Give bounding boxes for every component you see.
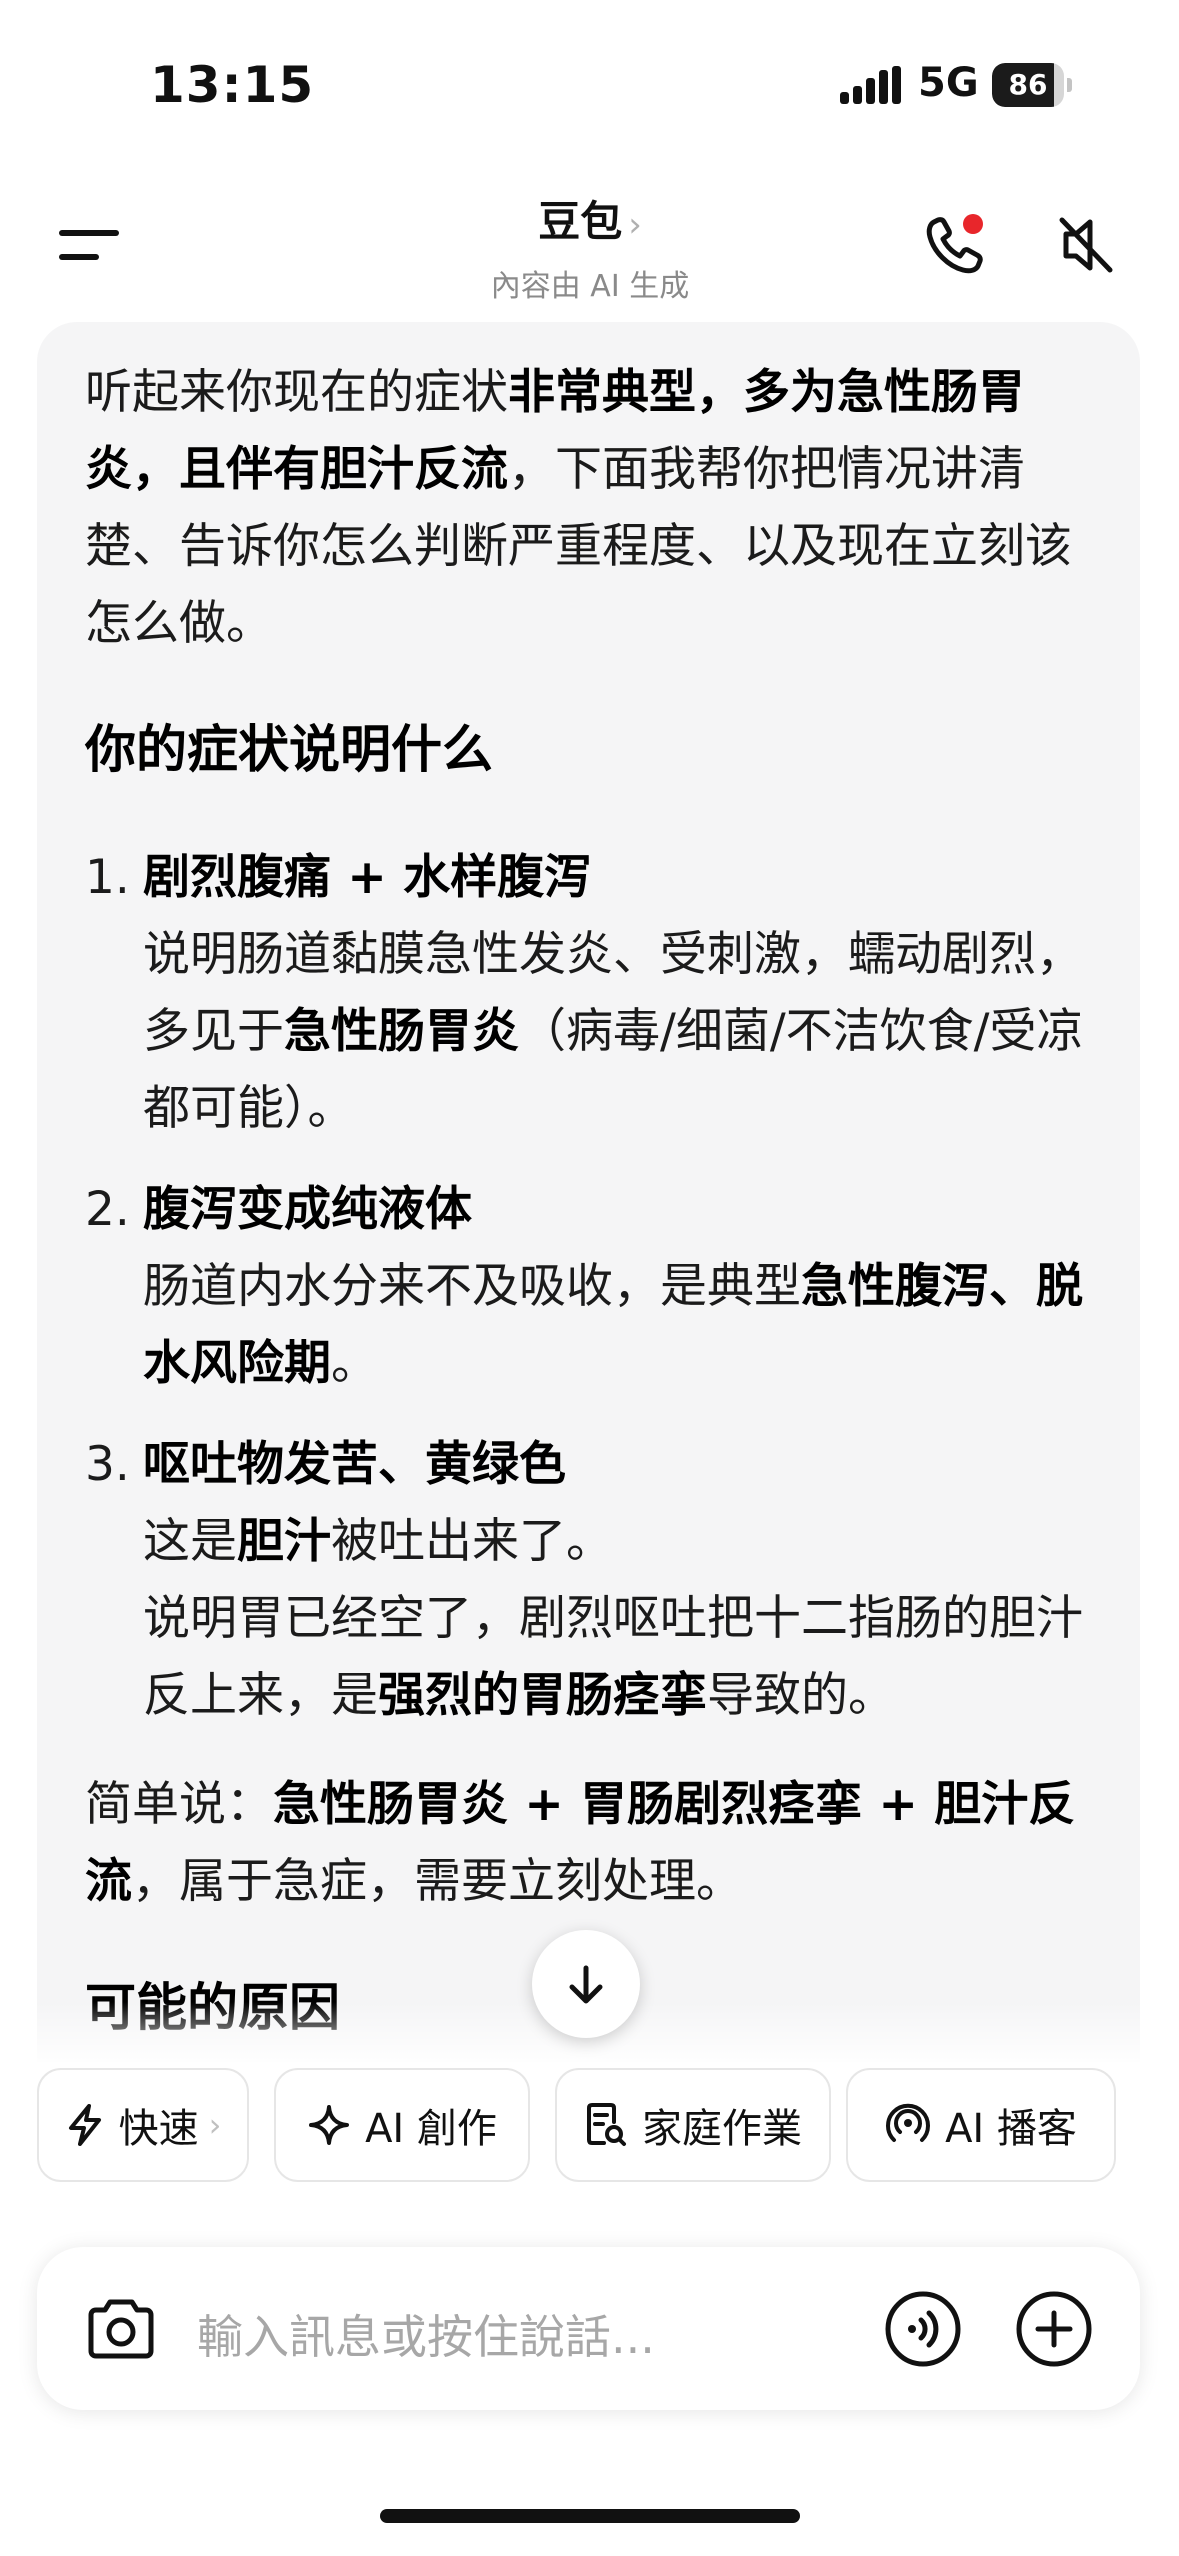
chevron-right-icon: › xyxy=(208,2106,222,2144)
bold-text: 急性肠胃炎 xyxy=(284,1004,519,1059)
list-item-title: 腹泻变成纯液体 xyxy=(143,1182,472,1237)
text-run: 肠道内水分来不及吸收，是典型 xyxy=(143,1259,801,1314)
list-item: 3. 呕吐物发苦、黄绿色 这是胆汁被吐出来了。 说明胃已经空了，剧烈呕吐把十二指肠的胆… xyxy=(85,1426,1100,1734)
list-item-body: 这是胆汁被吐出来了。 xyxy=(143,1503,1100,1580)
bold-text: 强烈的胃肠痉挛 xyxy=(378,1668,707,1723)
chip-label: 家庭作業 xyxy=(642,2106,802,2152)
list-item: 1. 剧烈腹痛 + 水样腹泻说明肠道黏膜急性发炎、受刺激，蠕动剧烈，多见于急性肠胃… xyxy=(85,839,1100,1147)
battery-percent: 86 xyxy=(1008,68,1048,101)
chat-title: 豆包 xyxy=(538,197,623,246)
cellular-signal-icon xyxy=(840,66,901,104)
text-run: 听起来你现在的症状 xyxy=(85,365,508,420)
text-run: ，属于急症，需要立刻处理。 xyxy=(132,1854,743,1909)
podcast-icon xyxy=(886,2103,931,2142)
homework-search-icon xyxy=(587,2103,626,2146)
message-input[interactable]: 輸入訊息或按住說話... xyxy=(197,2301,655,2367)
chip-homework[interactable]: 家庭作業 xyxy=(555,2068,831,2182)
chat-title-button[interactable]: 豆包 › 內容由 AI 生成 xyxy=(390,188,790,305)
list-number: 1. xyxy=(85,850,130,905)
arrow-down-icon xyxy=(569,1965,603,2004)
assistant-message: 听起来你现在的症状非常典型，多为急性肠胃炎，且伴有胆汁反流，下面我帮你把情况讲清… xyxy=(37,322,1140,2062)
status-bar: 13:15 5G 86 xyxy=(0,0,1179,170)
list-item: 2. 腹泻变成纯液体肠道内水分来不及吸收，是典型急性腹泻、脱水风险期。 xyxy=(85,1171,1100,1402)
intro-paragraph: 听起来你现在的症状非常典型，多为急性肠胃炎，且伴有胆汁反流，下面我帮你把情况讲清… xyxy=(85,354,1100,662)
home-indicator xyxy=(380,2509,800,2523)
list-number: 3. xyxy=(85,1437,130,1492)
chevron-right-icon: › xyxy=(628,205,642,245)
list-item-body: 肠道内水分来不及吸收，是典型急性腹泻、脱水风险期。 xyxy=(143,1248,1100,1402)
message-input-bar: 輸入訊息或按住說話... xyxy=(37,2247,1140,2410)
lightning-icon xyxy=(68,2104,101,2146)
section-heading: 你的症状说明什么 xyxy=(85,721,494,780)
ai-disclaimer: 內容由 AI 生成 xyxy=(490,269,690,304)
network-type: 5G xyxy=(918,60,979,106)
list-item-body: 说明胃已经空了，剧烈呕吐把十二指肠的胆汁反上来，是强烈的胃肠痉挛导致的。 xyxy=(143,1580,1100,1734)
camera-icon[interactable] xyxy=(83,2291,159,2367)
voice-input-icon[interactable] xyxy=(883,2289,963,2369)
message-body: 听起来你现在的症状非常典型，多为急性肠胃炎，且伴有胆汁反流，下面我帮你把情况讲清… xyxy=(85,354,1100,2047)
phone-call-icon[interactable] xyxy=(920,210,990,280)
chat-header: 豆包 › 內容由 AI 生成 xyxy=(0,170,1179,310)
add-attachment-icon[interactable] xyxy=(1014,2289,1094,2369)
text-run: 这是 xyxy=(143,1514,237,1569)
chip-ai-podcast[interactable]: AI 播客 xyxy=(846,2068,1116,2182)
speaker-muted-icon[interactable] xyxy=(1050,210,1120,280)
sparkle-icon xyxy=(309,2105,350,2145)
text-run: 。 xyxy=(331,1336,378,1391)
text-run: 导致的。 xyxy=(707,1668,895,1723)
battery-icon: 86 xyxy=(992,63,1072,107)
list-number: 2. xyxy=(85,1182,130,1237)
chip-label: 快速 xyxy=(118,2106,199,2152)
summary-paragraph: 简单说：急性肠胃炎 + 胃肠剧烈痉挛 + 胆汁反流，属于急症，需要立刻处理。 xyxy=(85,1766,1100,1920)
list-item-body: 说明肠道黏膜急性发炎、受刺激，蠕动剧烈，多见于急性肠胃炎（病毒/细菌/不洁饮食/… xyxy=(143,916,1100,1147)
list-item-title: 呕吐物发苦、黄绿色 xyxy=(143,1437,566,1492)
text-run: 简单说： xyxy=(85,1777,273,1832)
chip-label: AI 播客 xyxy=(945,2106,1077,2152)
menu-icon[interactable] xyxy=(55,220,125,270)
bold-text: 胆汁 xyxy=(237,1514,331,1569)
chip-fast[interactable]: 快速 › xyxy=(37,2068,249,2182)
quick-action-chips: 快速 › AI 創作 家庭作業 AI 播客 xyxy=(37,2068,1179,2182)
text-run: 被吐出来了。 xyxy=(331,1514,613,1569)
status-time: 13:15 xyxy=(150,56,315,114)
chip-label: AI 創作 xyxy=(365,2106,497,2152)
chip-ai-create[interactable]: AI 創作 xyxy=(274,2068,530,2182)
symptom-list: 1. 剧烈腹痛 + 水样腹泻说明肠道黏膜急性发炎、受刺激，蠕动剧烈，多见于急性肠胃… xyxy=(85,839,1100,1734)
list-item-title: 剧烈腹痛 + 水样腹泻 xyxy=(143,850,592,905)
scroll-to-bottom-button[interactable] xyxy=(532,1930,640,2038)
